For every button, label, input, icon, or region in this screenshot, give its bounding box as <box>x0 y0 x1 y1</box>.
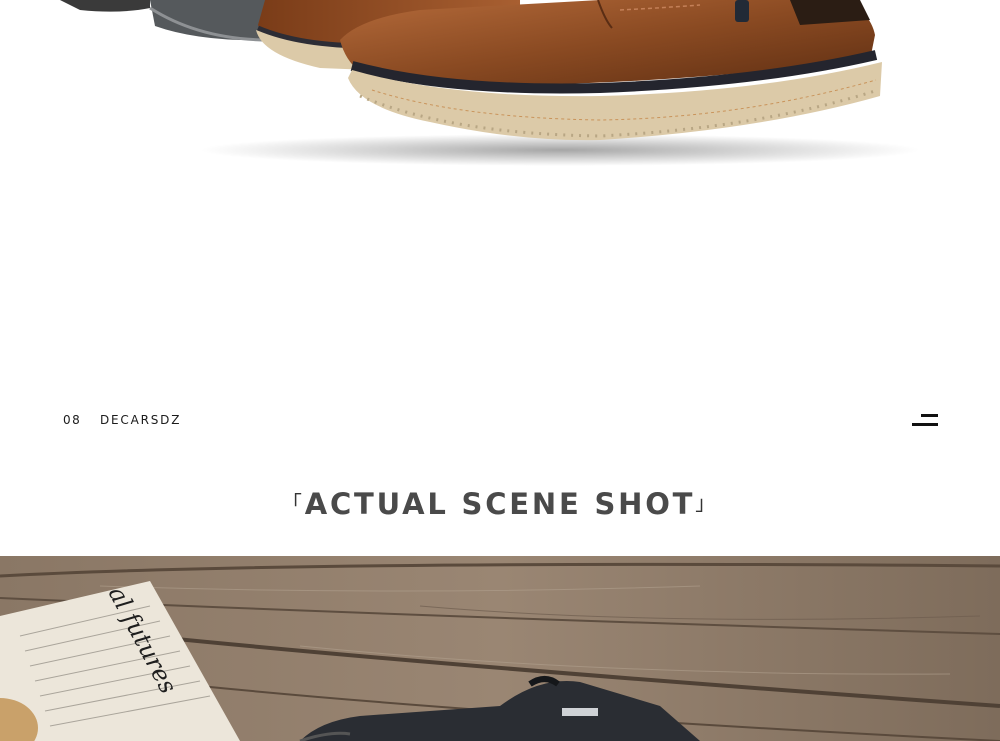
hamburger-menu-icon[interactable] <box>912 414 938 428</box>
section-title-text: ACTUAL SCENE SHOT <box>304 487 696 521</box>
boots-illustration <box>60 0 920 166</box>
menu-line-bottom <box>912 423 938 426</box>
hero-product-image <box>0 0 1000 200</box>
section-header: 08 DECARSDZ <box>0 400 1000 444</box>
close-bracket: 」 <box>695 491 719 515</box>
open-bracket: 「 <box>281 491 305 515</box>
menu-line-top <box>921 414 938 417</box>
brand-label: DECARSDZ <box>100 413 182 427</box>
section-title: 「ACTUAL SCENE SHOT」 <box>0 487 1000 521</box>
scene-photo: al futures <box>0 556 1000 741</box>
scene-illustration: al futures <box>0 556 1000 741</box>
section-number: 08 <box>63 413 82 427</box>
